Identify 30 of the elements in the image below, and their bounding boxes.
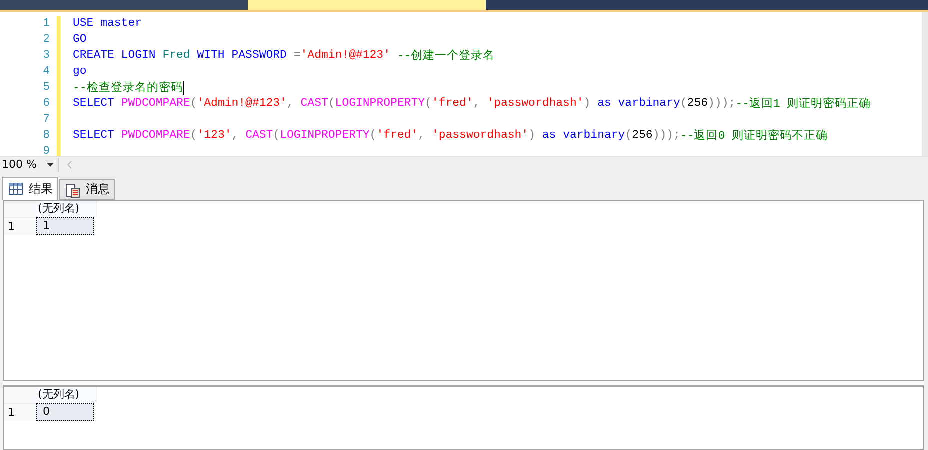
- line-number: 3: [42, 49, 50, 62]
- grid-icon: [9, 183, 23, 196]
- row-number: 1: [4, 403, 36, 422]
- line-number: 1: [42, 17, 50, 30]
- grid-cell[interactable]: 1: [36, 217, 94, 236]
- code-line: GO: [73, 33, 87, 46]
- code-line: --检查登录名的密码: [73, 80, 184, 96]
- line-number: 7: [42, 113, 50, 126]
- line-number: 8: [42, 129, 50, 142]
- line-number: 4: [42, 65, 50, 78]
- result-tab[interactable]: 结果: [2, 177, 58, 200]
- line-number: 2: [42, 33, 50, 46]
- grid-cell[interactable]: 0: [36, 403, 94, 422]
- column-header[interactable]: (无列名): [36, 201, 97, 218]
- code-line: CREATE LOGIN Fred WITH PASSWORD ='Admin!@#123' --创建一个登录名: [73, 48, 496, 64]
- code-line: go: [73, 65, 87, 78]
- zoom-dropdown[interactable]: 100 %: [0, 158, 59, 172]
- code-line: SELECT PWDCOMPARE('Admin!@#123', CAST(LOGINPROPERTY('fred', 'passwordhash') as varbinary(256)));--返回1 则证明密码正确: [73, 96, 872, 112]
- line-number: 6: [42, 97, 50, 110]
- code-line: USE master: [73, 17, 142, 30]
- document-icon: [66, 182, 80, 198]
- dropdown-arrow-icon: [47, 162, 54, 167]
- code-editor[interactable]: [0, 12, 928, 156]
- line-number: 5: [42, 81, 50, 94]
- line-number: 9: [42, 145, 50, 158]
- row-number: 1: [4, 217, 36, 236]
- result-tab[interactable]: 消息: [59, 179, 115, 200]
- column-header[interactable]: (无列名): [36, 387, 97, 404]
- code-line: SELECT PWDCOMPARE('123', CAST(LOGINPROPERTY('fred', 'passwordhash') as varbinary(256)));--返回0 则证明密码不正确: [73, 128, 828, 144]
- scroll-left-icon[interactable]: [67, 160, 72, 169]
